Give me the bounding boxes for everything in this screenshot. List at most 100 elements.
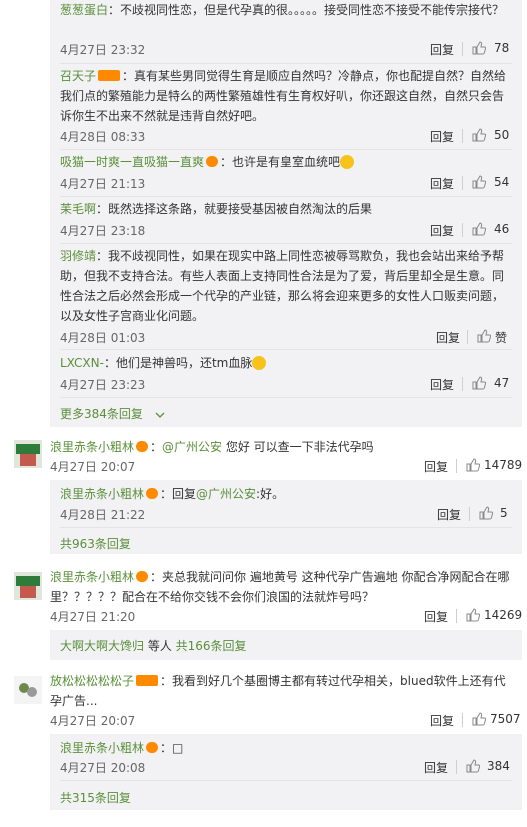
reply-button[interactable]: 回复 bbox=[430, 175, 454, 192]
mention-link[interactable]: @广州公安 bbox=[162, 440, 222, 454]
divider bbox=[60, 780, 512, 781]
username[interactable]: 羽修靖 bbox=[60, 249, 96, 263]
vip-badge-icon bbox=[146, 742, 159, 753]
divider bbox=[60, 196, 512, 197]
vip-badge-icon bbox=[136, 675, 159, 686]
avatar[interactable] bbox=[14, 440, 42, 468]
avatar[interactable] bbox=[14, 572, 42, 600]
username[interactable]: 大啊大啊大馋归 bbox=[60, 639, 144, 653]
reply-button[interactable]: 回复 bbox=[424, 759, 448, 776]
thumb-up-icon[interactable] bbox=[472, 175, 486, 189]
reply-button[interactable]: 回复 bbox=[436, 329, 460, 346]
separator bbox=[462, 377, 463, 391]
reply-text: 葱葱蛋白：不歧视同性恋，但是代孕真的很。。。。。接受同性恋不接受不能传宗接代？ bbox=[60, 3, 505, 17]
like-count: 384 bbox=[487, 759, 510, 773]
vip-badge-icon bbox=[136, 571, 149, 582]
separator bbox=[462, 223, 463, 237]
like-count: 14269 bbox=[484, 608, 523, 622]
reply-button[interactable]: 回复 bbox=[437, 506, 461, 523]
separator bbox=[456, 760, 457, 774]
reply-button[interactable]: 回复 bbox=[430, 41, 454, 58]
reply-text: 浪里赤条小粗林 ：□ bbox=[60, 741, 184, 755]
reply-text: 苿毛啊：既然选择这条路，就要接受基因被自然淘汰的后果 bbox=[60, 202, 373, 216]
timestamp: 4月27日 23:18 bbox=[60, 224, 146, 238]
username[interactable]: 浪里赤条小粗林 bbox=[50, 440, 134, 454]
thumb-up-icon[interactable] bbox=[472, 376, 486, 390]
divider bbox=[60, 243, 512, 244]
username[interactable]: 浪里赤条小粗林 bbox=[60, 487, 144, 501]
separator bbox=[467, 330, 468, 344]
total-replies-link[interactable]: 共963条回复 bbox=[60, 535, 131, 552]
thumb-up-icon[interactable] bbox=[479, 506, 493, 520]
comment-text: 浪里赤条小粗林 ：夹总我就问问你 遍地黄号 这种代孕广告遍地 你配合净网配合在哪里… bbox=[50, 570, 510, 604]
total-replies-link[interactable]: 共315条回复 bbox=[60, 789, 131, 806]
thumb-up-icon[interactable] bbox=[466, 458, 480, 472]
username[interactable]: LXCXN- bbox=[60, 356, 104, 370]
username[interactable]: 浪里赤条小粗林 bbox=[60, 741, 144, 755]
separator bbox=[462, 713, 463, 727]
username[interactable]: 葱葱蛋白 bbox=[60, 3, 108, 17]
like-count: 47 bbox=[494, 376, 510, 390]
like-count: 54 bbox=[494, 175, 510, 189]
like-count: 50 bbox=[494, 128, 510, 142]
vip-badge-icon bbox=[206, 156, 219, 167]
separator bbox=[462, 129, 463, 143]
comment-text: 浪里赤条小粗林 ：@广州公安 您好 可以查一下非法代孕吗 bbox=[50, 440, 374, 454]
timestamp: 4月27日 23:23 bbox=[60, 378, 146, 392]
username[interactable]: 苿毛啊 bbox=[60, 202, 96, 216]
timestamp: 4月27日 20:07 bbox=[50, 460, 136, 474]
timestamp: 4月27日 20:07 bbox=[50, 714, 136, 728]
vip-badge-icon bbox=[98, 70, 121, 81]
reply-text: 吸猫一时爽一直吸猫一直爽 ：也许是有皇室血统吧 bbox=[60, 152, 512, 172]
chevron-down-icon bbox=[155, 412, 165, 418]
reply-button[interactable]: 回复 bbox=[430, 376, 454, 393]
divider bbox=[60, 149, 512, 150]
thumb-up-icon[interactable] bbox=[472, 222, 486, 236]
reply-text: LXCXN-：他们是神兽吗，还tm血脉 bbox=[60, 353, 512, 373]
total-replies: 大啊大啊大馋归 等人 共166条回复 bbox=[60, 639, 247, 653]
username[interactable]: 召天子 bbox=[60, 69, 96, 83]
timestamp: 4月27日 20:08 bbox=[60, 761, 146, 775]
thumb-up-icon[interactable] bbox=[472, 128, 486, 142]
username[interactable]: 浪里赤条小粗林 bbox=[50, 570, 134, 584]
reply-text: 召天子 ：真有某些男同觉得生育是顺应自然吗？冷静点，你也配提自然？自然给我们点的繁… bbox=[60, 69, 507, 123]
divider bbox=[60, 63, 512, 64]
thumb-up-icon[interactable] bbox=[472, 712, 486, 726]
reply-button[interactable]: 回复 bbox=[424, 608, 448, 625]
like-count: 14789 bbox=[484, 458, 523, 472]
reply-button[interactable]: 回复 bbox=[424, 458, 448, 475]
separator bbox=[456, 459, 457, 473]
reply-button[interactable]: 回复 bbox=[430, 128, 454, 145]
vip-badge-icon bbox=[146, 488, 159, 499]
timestamp: 4月28日 08:33 bbox=[60, 130, 146, 144]
comment-text: 放松松松松松子 ：我看到好几个基圈博主都有转过代孕相关，blued软件上还有代孕广… bbox=[50, 674, 506, 708]
avatar[interactable] bbox=[14, 676, 42, 704]
thumb-up-icon[interactable] bbox=[472, 41, 486, 55]
like-count: 46 bbox=[494, 222, 510, 236]
username[interactable]: 放松松松松松子 bbox=[50, 674, 134, 688]
timestamp: 4月27日 23:32 bbox=[60, 43, 146, 57]
like-count: 5 bbox=[500, 506, 508, 520]
mention-link[interactable]: @广州公安 bbox=[196, 487, 256, 501]
reply-button[interactable]: 回复 bbox=[430, 712, 454, 729]
emoji-icon bbox=[252, 355, 267, 370]
username[interactable]: 吸猫一时爽一直吸猫一直爽 bbox=[60, 155, 204, 169]
timestamp: 4月27日 21:13 bbox=[60, 177, 146, 191]
like-count: 7507 bbox=[490, 712, 521, 726]
reply-text: 羽修靖：我不歧视同性，如果在现实中路上同性恋被辱骂欺负，我也会站出来给予帮助，但… bbox=[60, 249, 505, 323]
separator bbox=[462, 42, 463, 56]
reply-button[interactable]: 回复 bbox=[430, 222, 454, 239]
separator bbox=[469, 507, 470, 521]
divider bbox=[60, 397, 512, 398]
more-replies-link[interactable]: 更多384条回复 bbox=[60, 405, 165, 422]
separator bbox=[462, 176, 463, 190]
timestamp: 4月27日 21:20 bbox=[50, 610, 136, 624]
separator bbox=[456, 609, 457, 623]
thumb-up-icon[interactable] bbox=[477, 329, 491, 343]
thumb-up-icon[interactable] bbox=[466, 759, 480, 773]
timestamp: 4月28日 01:03 bbox=[60, 331, 146, 345]
like-count: 78 bbox=[494, 41, 510, 55]
reply-text: 浪里赤条小粗林 ：回复@广州公安:好。 bbox=[60, 487, 285, 501]
thumb-up-icon[interactable] bbox=[466, 608, 480, 622]
total-replies-link[interactable]: 共166条回复 bbox=[176, 639, 247, 653]
